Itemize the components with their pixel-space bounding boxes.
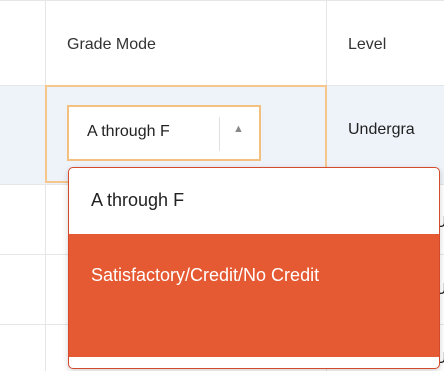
level-cell: Undergra xyxy=(348,121,415,138)
grade-mode-dropdown: A through F Satisfactory/Credit/No Credi… xyxy=(68,167,440,369)
select-separator xyxy=(219,117,220,151)
level-header[interactable]: Level xyxy=(348,36,386,54)
grade-mode-select[interactable]: A through F ▲ xyxy=(67,105,261,161)
triangle-up-icon[interactable]: ▲ xyxy=(233,123,244,135)
row-divider xyxy=(0,0,444,1)
column-divider xyxy=(45,0,46,371)
grade-mode-select-value: A through F xyxy=(87,123,170,140)
dropdown-option-a-through-f[interactable]: A through F xyxy=(69,168,439,232)
dropdown-option-satisfactory-credit-no-credit[interactable]: Satisfactory/Credit/No Credit xyxy=(69,234,439,357)
grade-mode-header[interactable]: Grade Mode xyxy=(67,36,156,54)
